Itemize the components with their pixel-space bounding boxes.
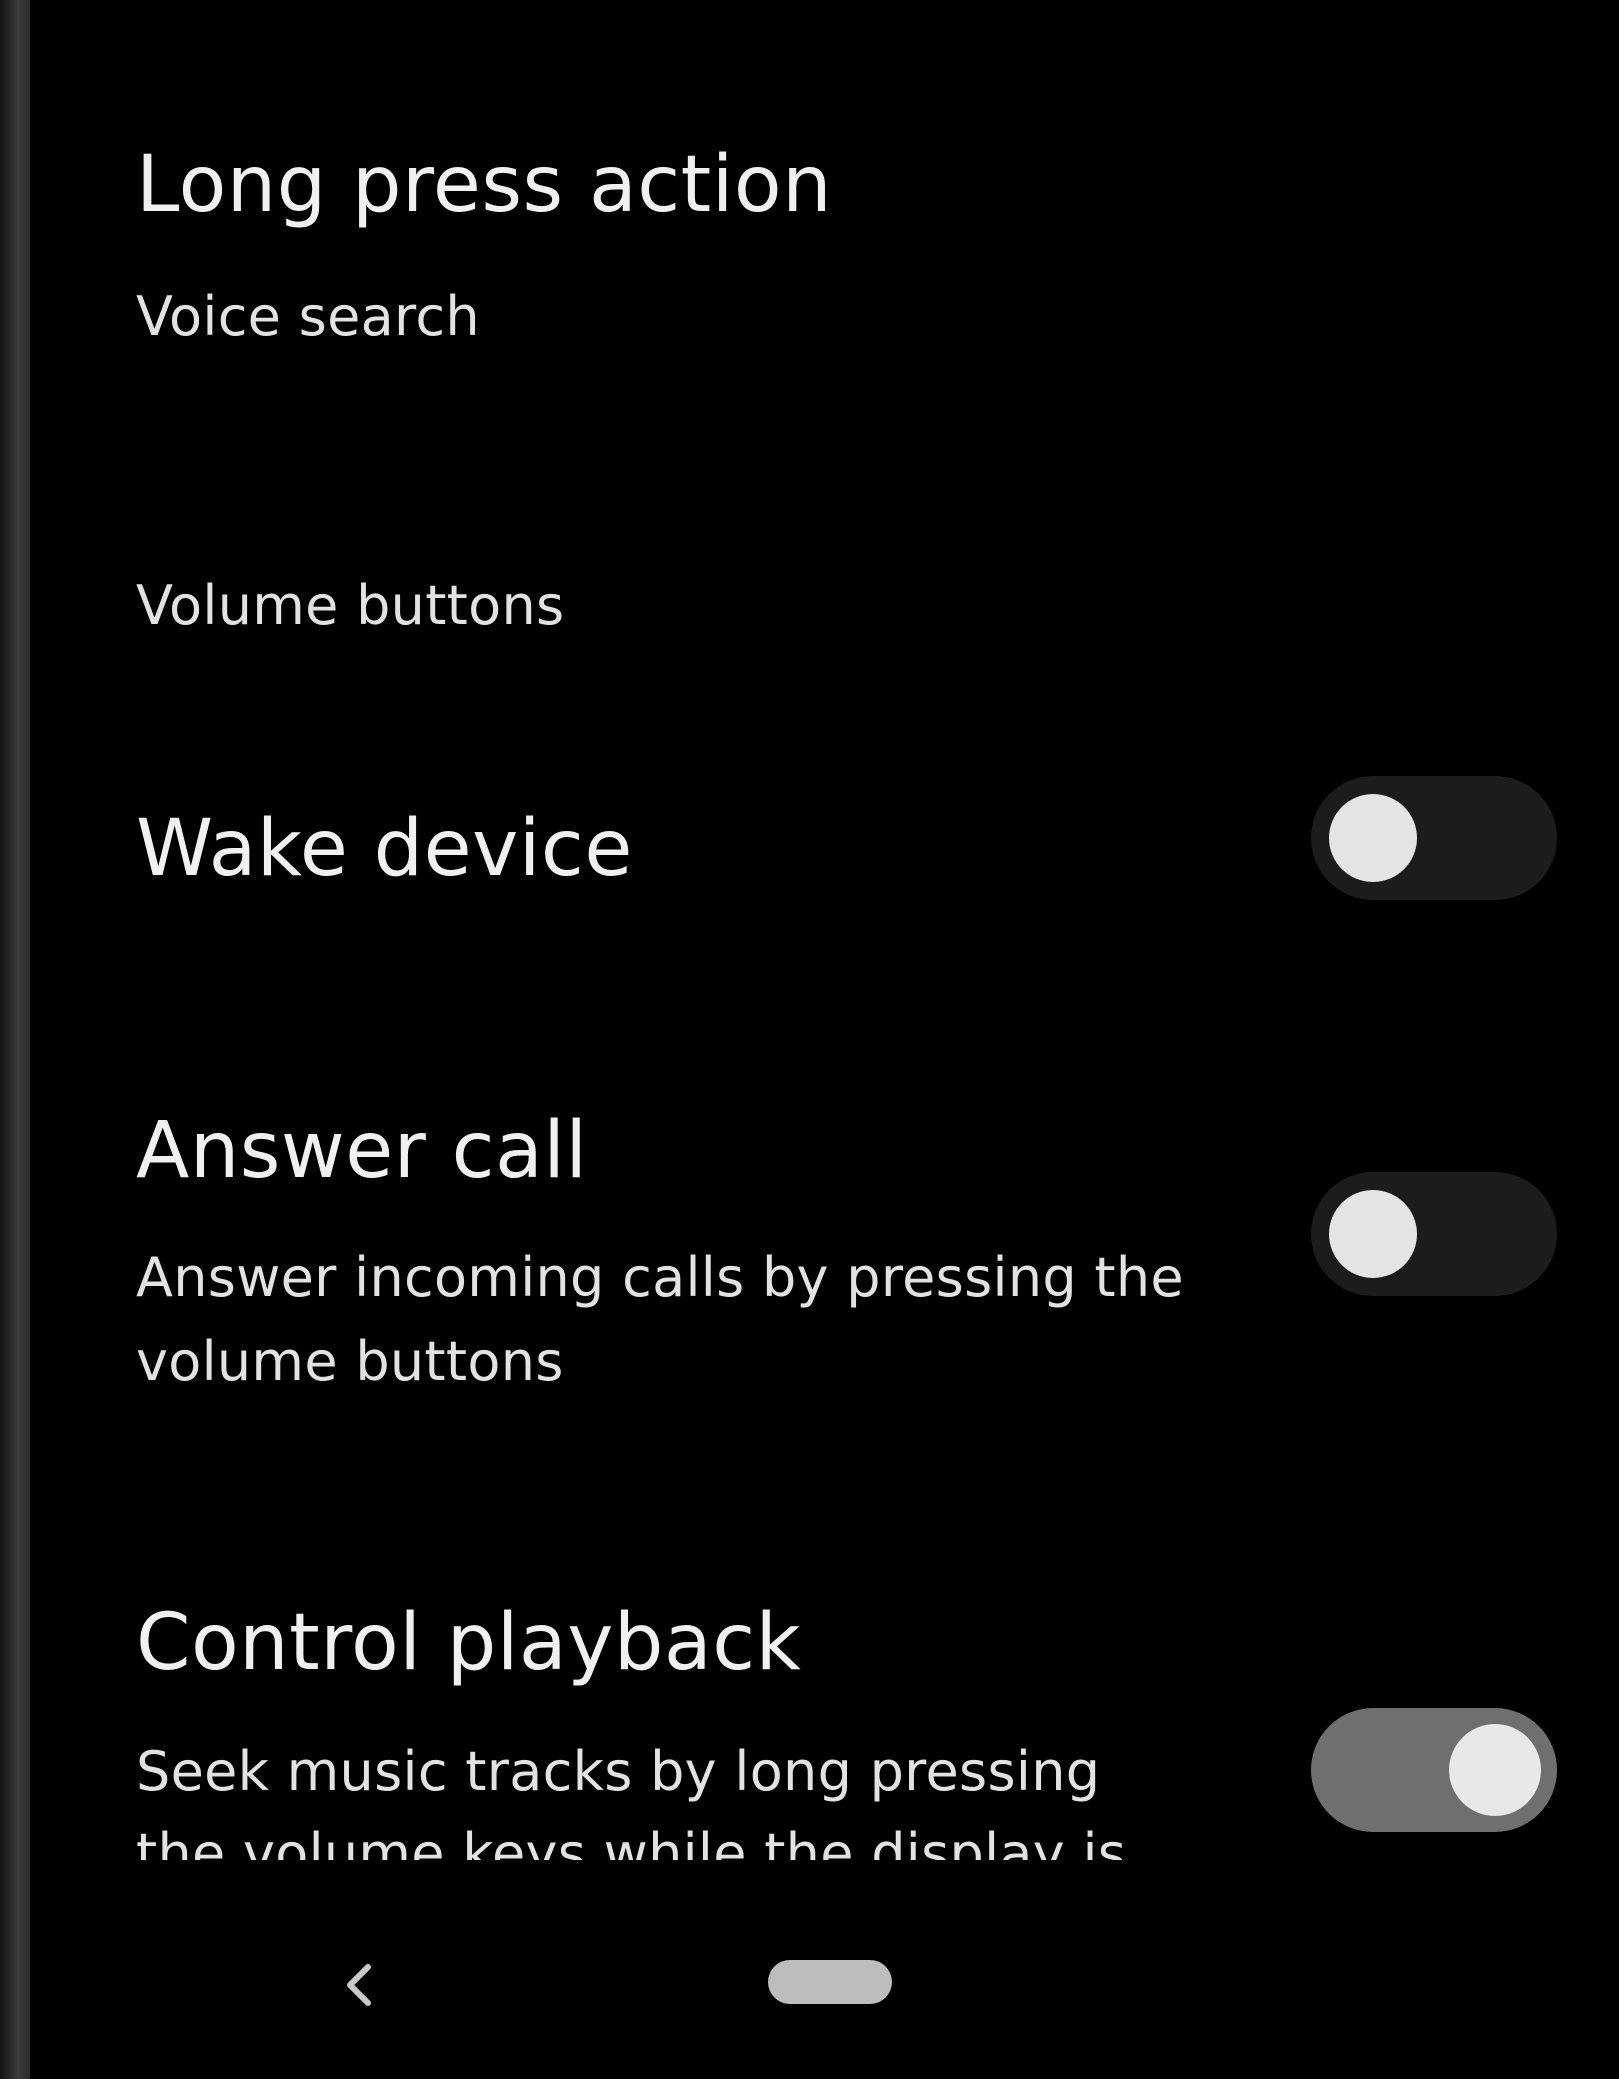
settings-screen: Long press action Voice search Volume bu… — [30, 0, 1619, 2079]
pref-answer-call-summary-line2: volume buttons — [136, 1330, 564, 1393]
pref-control-playback-title: Control playback — [136, 1598, 802, 1688]
category-volume-buttons: Volume buttons — [136, 574, 565, 637]
wake-device-toggle[interactable] — [1311, 776, 1557, 900]
control-playback-toggle[interactable] — [1311, 1708, 1557, 1832]
pref-long-press-summary: Voice search — [136, 285, 480, 348]
pref-long-press-title: Long press action — [136, 140, 833, 230]
toggle-thumb — [1329, 1190, 1417, 1278]
answer-call-toggle[interactable] — [1311, 1172, 1557, 1296]
home-pill-icon[interactable] — [768, 1960, 892, 2004]
pref-wake-device-title: Wake device — [136, 804, 633, 894]
pref-answer-call-title: Answer call — [136, 1106, 588, 1196]
toggle-thumb — [1329, 794, 1417, 882]
pref-answer-call-summary-line1: Answer incoming calls by pressing the — [136, 1246, 1184, 1309]
left-edge-strip — [0, 0, 30, 2079]
chevron-left-icon[interactable] — [330, 1955, 390, 2015]
pref-control-playback-summary-line1: Seek music tracks by long pressing — [136, 1740, 1101, 1803]
toggle-thumb — [1449, 1724, 1541, 1816]
